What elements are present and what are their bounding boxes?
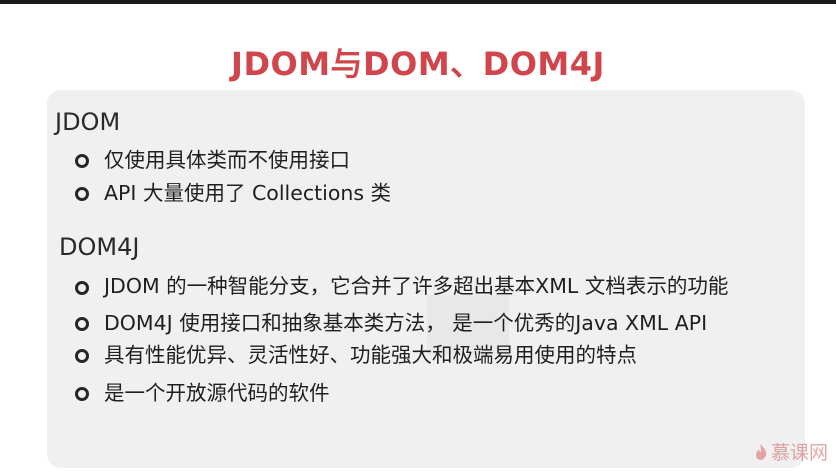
circle-bullet-icon (75, 154, 89, 168)
list-item-text: API 大量使用了 Collections 类 (104, 181, 392, 205)
list-item-text: 仅使用具体类而不使用接口 (104, 148, 350, 172)
list-item-text: 是一个开放源代码的软件 (104, 381, 330, 405)
content-panel: JDOM 仅使用具体类而不使用接口 API 大量使用了 Collections … (47, 90, 805, 468)
list-item: JDOM 的一种智能分支，它合并了许多超出基本XML 文档表示的功能 (72, 272, 772, 300)
slide-title: JDOM与DOM、DOM4J (231, 45, 605, 83)
circle-bullet-icon (75, 349, 89, 363)
circle-bullet-icon (75, 281, 89, 295)
circle-bullet-icon (75, 187, 89, 201)
section-heading-jdom: JDOM (55, 108, 121, 136)
dom4j-bullet-list: JDOM 的一种智能分支，它合并了许多超出基本XML 文档表示的功能 DOM4J… (72, 272, 772, 408)
list-item: API 大量使用了 Collections 类 (72, 178, 792, 208)
list-item-text: DOM4J 使用接口和抽象基本类方法， 是一个优秀的Java XML API (104, 311, 708, 335)
flame-logo-icon (755, 443, 767, 460)
window-top-bar (0, 0, 836, 4)
circle-bullet-icon (75, 317, 89, 331)
circle-bullet-icon (75, 387, 89, 401)
list-item: 具有性能优异、灵活性好、功能强大和极端易用使用的特点 (72, 340, 772, 370)
jdom-bullet-list: 仅使用具体类而不使用接口 API 大量使用了 Collections 类 (72, 145, 792, 208)
list-item: 是一个开放源代码的软件 (72, 378, 772, 408)
watermark-text: 慕课网 (770, 442, 828, 464)
list-item: 仅使用具体类而不使用接口 (72, 145, 792, 175)
list-item-text: 具有性能优异、灵活性好、功能强大和极端易用使用的特点 (104, 343, 637, 367)
list-item-text: JDOM 的一种智能分支，它合并了许多超出基本XML 文档表示的功能 (104, 274, 729, 298)
list-item: DOM4J 使用接口和抽象基本类方法， 是一个优秀的Java XML API (72, 308, 772, 338)
section-heading-dom4j: DOM4J (59, 233, 140, 261)
imooc-watermark: 慕课网 (754, 438, 828, 465)
